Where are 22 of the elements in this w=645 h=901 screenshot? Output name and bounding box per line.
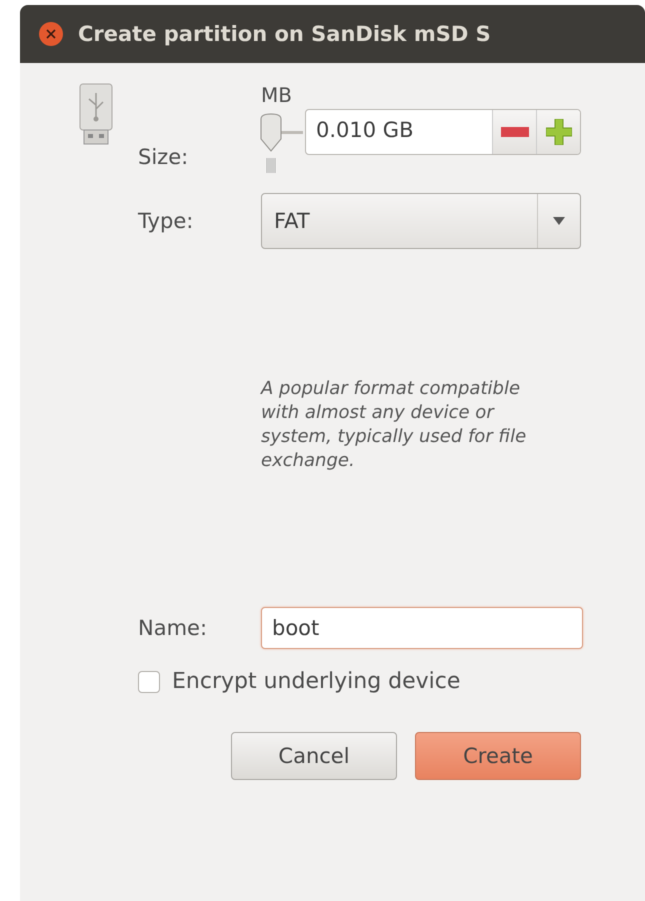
size-spinbox[interactable]: 0.010 GB (305, 109, 581, 155)
type-description: A popular format compatible with almost any device or system, typically used for file exchange. (261, 377, 528, 473)
window-title: Create partition on SanDisk mSD S (78, 22, 491, 46)
decrease-button[interactable] (492, 110, 536, 154)
caret-icon (553, 217, 565, 225)
encrypt-checkbox[interactable] (138, 670, 160, 692)
unit-label: MB (261, 83, 293, 107)
slider-thumb[interactable] (258, 113, 284, 175)
type-dropdown[interactable]: FAT (261, 193, 581, 249)
size-label: Size: (138, 145, 190, 169)
name-label: Name: (138, 616, 208, 640)
minus-icon (500, 127, 528, 137)
increase-button[interactable] (536, 110, 580, 154)
plus-icon (546, 119, 572, 145)
size-value: 0.010 GB (315, 117, 414, 144)
encrypt-label: Encrypt underlying device (172, 669, 460, 694)
usb-drive-icon (78, 83, 114, 147)
name-input[interactable]: boot (261, 607, 583, 649)
close-icon[interactable] (38, 21, 64, 47)
cancel-button[interactable]: Cancel (231, 732, 397, 780)
create-button[interactable]: Create (415, 732, 581, 780)
type-label: Type: (138, 209, 194, 233)
